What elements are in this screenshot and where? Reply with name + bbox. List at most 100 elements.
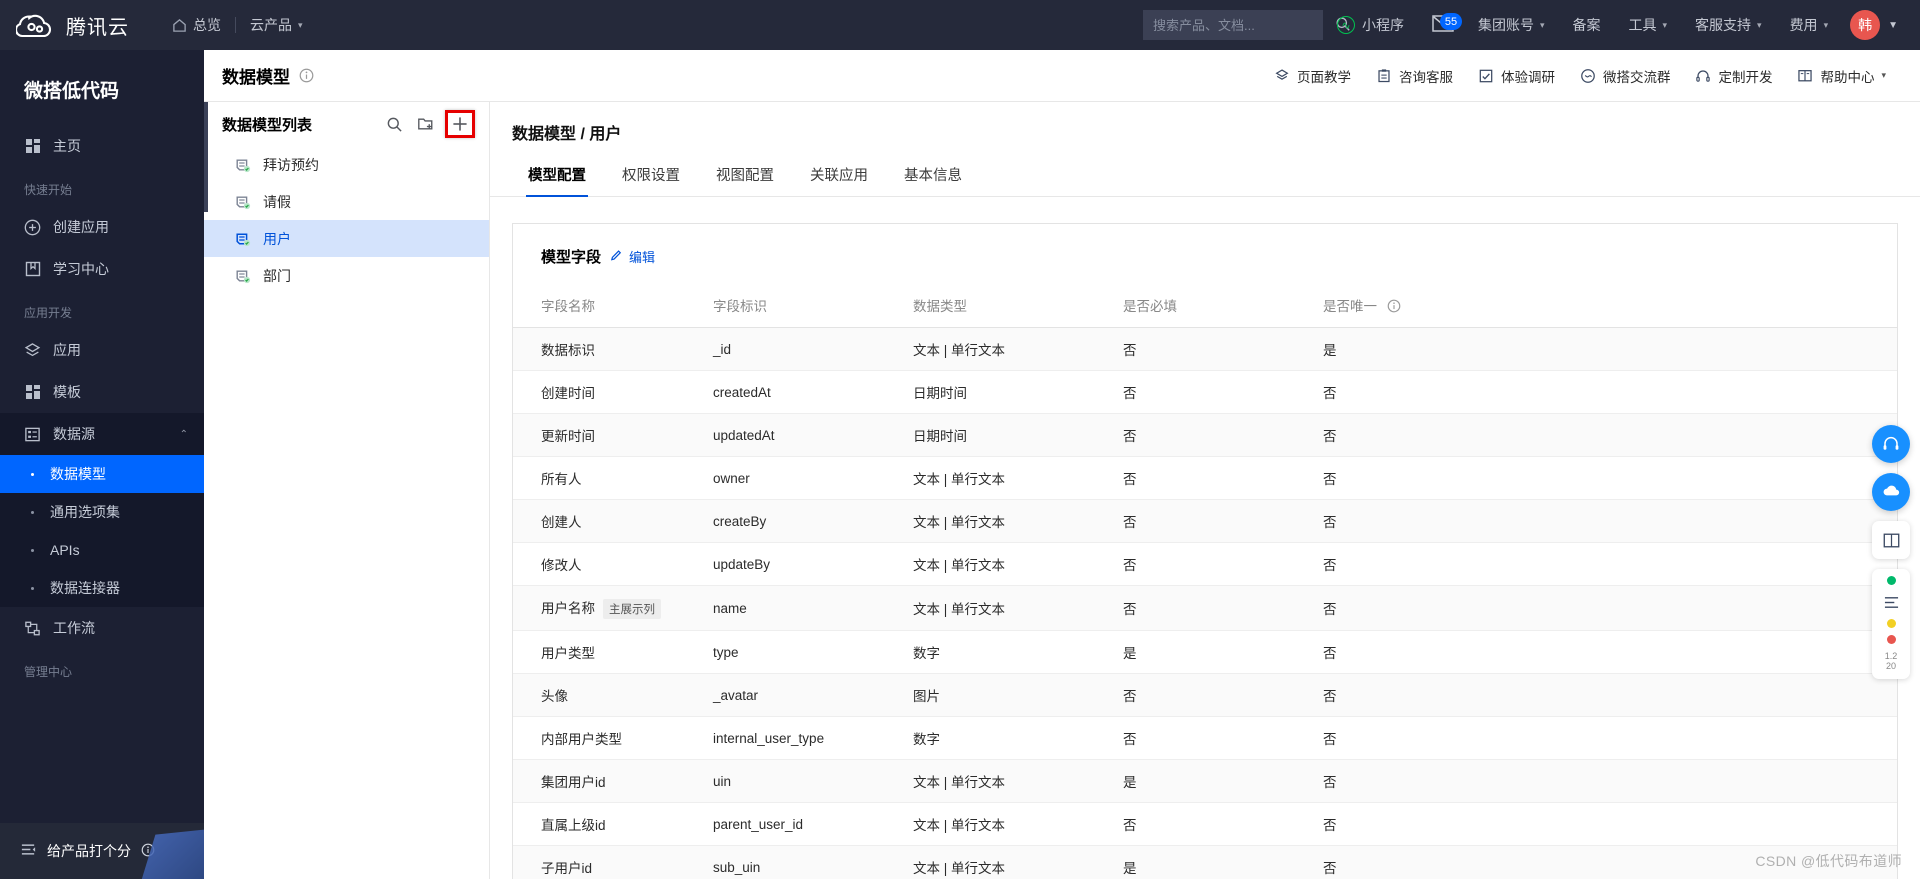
- table-row[interactable]: 集团用户id uin 文本 | 单行文本是否: [513, 759, 1897, 804]
- list-item[interactable]: 部门: [204, 257, 489, 294]
- table-row[interactable]: 用户类型 type 数字是否: [513, 630, 1897, 675]
- cell-unique: 否: [1323, 802, 1897, 847]
- cell-unique: 否: [1323, 413, 1897, 457]
- table-row[interactable]: 子用户id sub_uin 文本 | 单行文本是否: [513, 845, 1897, 879]
- cell-field-key: createdAt: [713, 370, 913, 414]
- edit-fields-button[interactable]: 编辑: [609, 247, 655, 266]
- sidebar-item-option-sets[interactable]: 通用选项集: [0, 493, 204, 531]
- list-item-label: 部门: [263, 267, 291, 284]
- sidebar-item-templates[interactable]: 模板: [0, 371, 204, 413]
- cell-required: 是: [1123, 845, 1323, 879]
- table-row[interactable]: 创建人 createBy 文本 | 单行文本否否: [513, 499, 1897, 543]
- sidebar-item-learning-center[interactable]: 学习中心: [0, 248, 204, 290]
- sidebar-item-data-model[interactable]: 数据模型: [0, 455, 204, 493]
- nav-item-billing[interactable]: 费用 ▾: [1776, 0, 1843, 50]
- table-row[interactable]: 更新时间 updatedAt 日期时间否否: [513, 413, 1897, 457]
- sidebar-item-data-connector[interactable]: 数据连接器: [0, 569, 204, 607]
- table-row[interactable]: 用户名称 主展示列 name 文本 | 单行文本否否: [513, 585, 1897, 632]
- table-row[interactable]: 修改人 updateBy 文本 | 单行文本否否: [513, 542, 1897, 586]
- table-row[interactable]: 所有人 owner 文本 | 单行文本否否: [513, 456, 1897, 500]
- dock-counter[interactable]: 1.2 20: [1885, 651, 1898, 672]
- sidebar-item-apps[interactable]: 应用: [0, 329, 204, 371]
- page-tutorial-button[interactable]: 页面教学: [1264, 60, 1361, 92]
- cell-required: 否: [1123, 673, 1323, 718]
- tab-related-apps[interactable]: 关联应用: [792, 156, 886, 196]
- nav-item-tools[interactable]: 工具 ▾: [1615, 0, 1682, 50]
- mail-entry[interactable]: 55: [1418, 13, 1464, 35]
- panel-scrollbar[interactable]: [204, 102, 208, 212]
- table-row[interactable]: 内部用户类型 internal_user_type 数字否否: [513, 716, 1897, 761]
- table-row[interactable]: 创建时间 createdAt 日期时间否否: [513, 370, 1897, 414]
- custom-dev-button[interactable]: 定制开发: [1685, 60, 1782, 92]
- global-search[interactable]: [1142, 10, 1350, 40]
- chevron-up-icon: ⌃: [179, 428, 188, 440]
- nav-item-filing[interactable]: 备案: [1559, 0, 1615, 50]
- tab-basic-info[interactable]: 基本信息: [886, 156, 980, 196]
- collapse-icon[interactable]: [20, 841, 37, 861]
- sidebar-item-workflow[interactable]: 工作流: [0, 607, 204, 649]
- database-icon: [234, 156, 252, 174]
- customer-service-icon[interactable]: [1872, 425, 1910, 463]
- sidebar-item-datasource-label: 数据源: [53, 426, 95, 442]
- cell-required: 是: [1123, 630, 1323, 675]
- help-center-button[interactable]: 帮助中心 ▾: [1787, 60, 1896, 92]
- clipboard-icon: [1376, 68, 1392, 84]
- add-data-model-button[interactable]: [445, 110, 475, 138]
- tab-permission-settings[interactable]: 权限设置: [604, 156, 698, 196]
- table-row[interactable]: 头像 _avatar 图片否否: [513, 673, 1897, 718]
- primary-display-tag: 主展示列: [603, 599, 661, 620]
- cell-field-name: 内部用户类型: [513, 716, 713, 761]
- sidebar-item-datasource[interactable]: 数据源 ⌃: [0, 413, 204, 455]
- brand-logo-group[interactable]: 腾讯云: [14, 11, 129, 40]
- rate-product-label[interactable]: 给产品打个分: [47, 841, 131, 861]
- new-folder-icon[interactable]: [413, 111, 439, 137]
- community-group-button[interactable]: 微搭交流群: [1570, 60, 1681, 92]
- cell-unique: 否: [1323, 759, 1897, 804]
- nav-item-group-account[interactable]: 集团账号 ▾: [1464, 0, 1559, 50]
- mini-program-entry[interactable]: ∿ 小程序: [1323, 15, 1418, 35]
- nav-item-support[interactable]: 客服支持 ▾: [1681, 0, 1776, 50]
- consult-support-button[interactable]: 咨询客服: [1366, 60, 1463, 92]
- doc-book-icon[interactable]: [1872, 521, 1910, 559]
- cell-unique: 否: [1323, 370, 1897, 414]
- list-item-selected[interactable]: 用户: [204, 220, 489, 257]
- list-item[interactable]: 拜访预约: [204, 146, 489, 183]
- cell-field-name: 集团用户id: [513, 759, 713, 804]
- watermark: CSDN @低代码布道师: [1755, 853, 1902, 869]
- tab-model-config[interactable]: 模型配置: [510, 156, 604, 197]
- status-dot-green[interactable]: [1886, 576, 1896, 585]
- cloud-upload-icon[interactable]: [1872, 473, 1910, 511]
- search-input[interactable]: [1152, 17, 1329, 33]
- cell-data-type: 日期时间: [913, 413, 1123, 457]
- menu-list-icon[interactable]: [1880, 592, 1902, 612]
- nav-item-overview[interactable]: 总览: [157, 0, 235, 50]
- grid-icon: [24, 138, 41, 155]
- info-circle-icon[interactable]: [299, 68, 314, 83]
- chevron-down-icon: ▾: [1881, 70, 1886, 80]
- nav-item-products[interactable]: 云产品 ▾: [236, 0, 317, 50]
- cell-data-type: 文本 | 单行文本: [913, 585, 1123, 632]
- sidebar-item-apis[interactable]: APIs: [0, 531, 204, 569]
- custom-dev-label: 定制开发: [1718, 69, 1773, 85]
- nav-item-filing-label: 备案: [1572, 17, 1601, 33]
- list-item[interactable]: 请假: [204, 183, 489, 220]
- experience-survey-button[interactable]: 体验调研: [1468, 60, 1565, 92]
- tab-view-config[interactable]: 视图配置: [698, 156, 792, 196]
- sidebar-item-home[interactable]: 主页: [0, 125, 204, 167]
- table-row[interactable]: 数据标识 _id 文本 | 单行文本否是: [513, 327, 1897, 371]
- status-dot-yellow[interactable]: [1886, 619, 1896, 628]
- sidebar-title: 微搭低代码: [24, 81, 120, 102]
- table-row[interactable]: 直属上级id parent_user_id 文本 | 单行文本否否: [513, 802, 1897, 847]
- sidebar-group-admin-label: 管理中心: [24, 665, 73, 679]
- nav-item-products-label: 云产品: [250, 17, 292, 33]
- avatar-caret-down-icon[interactable]: ▼: [1880, 20, 1904, 31]
- avatar[interactable]: 韩: [1850, 10, 1881, 40]
- page-header-tools: 页面教学 咨询客服 体验调研 微搭交流群 定制开发 帮助中心 ▾: [1264, 60, 1896, 92]
- main-content: 数据模型 / 用户 模型配置 权限设置 视图配置 关联应用 基本信息 模型字段 …: [490, 102, 1920, 879]
- status-dot-red[interactable]: [1886, 635, 1896, 644]
- cell-data-type: 数字: [913, 630, 1123, 675]
- sidebar-item-create-app[interactable]: 创建应用: [0, 206, 204, 248]
- tab-model-config-label: 模型配置: [528, 168, 586, 184]
- search-icon[interactable]: [381, 111, 407, 137]
- info-circle-icon[interactable]: [1387, 299, 1401, 313]
